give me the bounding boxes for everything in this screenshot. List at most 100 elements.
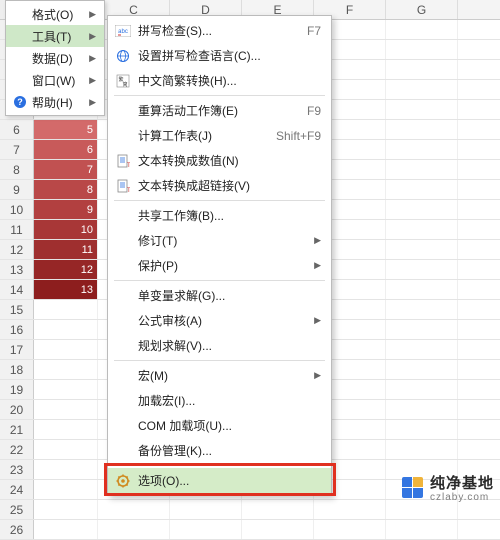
cell[interactable]	[386, 80, 458, 99]
submenu-item[interactable]: 共享工作簿(B)...	[108, 203, 331, 228]
cell[interactable]	[386, 300, 458, 319]
cell[interactable]	[34, 440, 98, 459]
row-header[interactable]: 21	[0, 420, 34, 439]
cell[interactable]: 8	[34, 180, 98, 199]
cell[interactable]	[386, 400, 458, 419]
submenu-item[interactable]: T文本转换成数值(N)	[108, 148, 331, 173]
row-header[interactable]: 23	[0, 460, 34, 479]
cell[interactable]: 7	[34, 160, 98, 179]
cell[interactable]	[34, 380, 98, 399]
cell[interactable]	[314, 500, 386, 519]
cell[interactable]	[386, 20, 458, 39]
cell[interactable]	[386, 200, 458, 219]
cell[interactable]	[242, 500, 314, 519]
row-header[interactable]: 26	[0, 520, 34, 539]
submenu-item[interactable]: COM 加载项(U)...	[108, 413, 331, 438]
submenu-item[interactable]: 公式审核(A)▶	[108, 308, 331, 333]
cell[interactable]	[386, 280, 458, 299]
cell[interactable]	[386, 340, 458, 359]
cell[interactable]	[386, 180, 458, 199]
row-header[interactable]: 7	[0, 140, 34, 159]
cell[interactable]	[34, 480, 98, 499]
cell[interactable]	[386, 40, 458, 59]
row-header[interactable]: 16	[0, 320, 34, 339]
cell[interactable]: 9	[34, 200, 98, 219]
cell[interactable]	[386, 220, 458, 239]
row-header[interactable]: 8	[0, 160, 34, 179]
cell[interactable]	[34, 340, 98, 359]
submenu-item[interactable]: 加载宏(I)...	[108, 388, 331, 413]
row-header[interactable]: 11	[0, 220, 34, 239]
submenu-item[interactable]: 保护(P)▶	[108, 253, 331, 278]
cell[interactable]	[34, 360, 98, 379]
menubar-dropdown[interactable]: 格式(O)▶工具(T)▶数据(D)▶窗口(W)▶?帮助(H)▶	[5, 0, 105, 116]
cell[interactable]	[386, 520, 458, 539]
cell[interactable]	[386, 240, 458, 259]
cell[interactable]	[98, 500, 170, 519]
submenu-item[interactable]: 备份管理(K)...	[108, 438, 331, 463]
table-row[interactable]: 26	[0, 520, 500, 540]
row-header[interactable]: 22	[0, 440, 34, 459]
row-header[interactable]: 18	[0, 360, 34, 379]
cell[interactable]	[386, 60, 458, 79]
cell[interactable]	[386, 420, 458, 439]
menu-item[interactable]: 工具(T)▶	[6, 25, 104, 47]
cell[interactable]	[34, 420, 98, 439]
submenu-item[interactable]: 重算活动工作簿(E)F9	[108, 98, 331, 123]
row-header[interactable]: 6	[0, 120, 34, 139]
row-header[interactable]: 24	[0, 480, 34, 499]
row-header[interactable]: 14	[0, 280, 34, 299]
cell[interactable]	[386, 260, 458, 279]
cell[interactable]	[386, 140, 458, 159]
row-header[interactable]: 25	[0, 500, 34, 519]
cell[interactable]	[34, 300, 98, 319]
cell[interactable]	[170, 500, 242, 519]
tools-submenu[interactable]: abc拼写检查(S)...F7设置拼写检查语言(C)...繁简中文简繁转换(H)…	[107, 15, 332, 496]
submenu-item[interactable]: 计算工作表(J)Shift+F9	[108, 123, 331, 148]
table-row[interactable]: 25	[0, 500, 500, 520]
submenu-item[interactable]: 宏(M)▶	[108, 363, 331, 388]
row-header[interactable]: 20	[0, 400, 34, 419]
column-header[interactable]: G	[386, 0, 458, 19]
cell[interactable]	[170, 520, 242, 539]
row-header[interactable]: 13	[0, 260, 34, 279]
cell[interactable]	[34, 320, 98, 339]
submenu-item[interactable]: 设置拼写检查语言(C)...	[108, 43, 331, 68]
cell[interactable]	[386, 360, 458, 379]
row-header[interactable]: 19	[0, 380, 34, 399]
cell[interactable]	[386, 320, 458, 339]
submenu-item[interactable]: 规划求解(V)...	[108, 333, 331, 358]
cell[interactable]: 11	[34, 240, 98, 259]
cell[interactable]	[386, 120, 458, 139]
cell[interactable]	[34, 400, 98, 419]
cell[interactable]: 6	[34, 140, 98, 159]
cell[interactable]	[386, 160, 458, 179]
menu-item[interactable]: 格式(O)▶	[6, 3, 104, 25]
menu-item[interactable]: 窗口(W)▶	[6, 69, 104, 91]
row-header[interactable]: 17	[0, 340, 34, 359]
submenu-item[interactable]: 修订(T)▶	[108, 228, 331, 253]
submenu-item[interactable]: abc拼写检查(S)...F7	[108, 18, 331, 43]
submenu-item[interactable]: 单变量求解(G)...	[108, 283, 331, 308]
cell[interactable]	[314, 520, 386, 539]
cell[interactable]	[34, 460, 98, 479]
submenu-item[interactable]: 繁简中文简繁转换(H)...	[108, 68, 331, 93]
cell[interactable]: 12	[34, 260, 98, 279]
menu-item[interactable]: ?帮助(H)▶	[6, 91, 104, 113]
cell[interactable]	[386, 100, 458, 119]
cell[interactable]	[242, 520, 314, 539]
row-header[interactable]: 9	[0, 180, 34, 199]
cell[interactable]: 13	[34, 280, 98, 299]
cell[interactable]: 5	[34, 120, 98, 139]
cell[interactable]	[34, 520, 98, 539]
cell[interactable]	[98, 520, 170, 539]
submenu-item[interactable]: T文本转换成超链接(V)	[108, 173, 331, 198]
row-header[interactable]: 12	[0, 240, 34, 259]
menu-item[interactable]: 数据(D)▶	[6, 47, 104, 69]
cell[interactable]: 10	[34, 220, 98, 239]
cell[interactable]	[386, 380, 458, 399]
cell[interactable]	[386, 440, 458, 459]
cell[interactable]	[34, 500, 98, 519]
row-header[interactable]: 15	[0, 300, 34, 319]
row-header[interactable]: 10	[0, 200, 34, 219]
